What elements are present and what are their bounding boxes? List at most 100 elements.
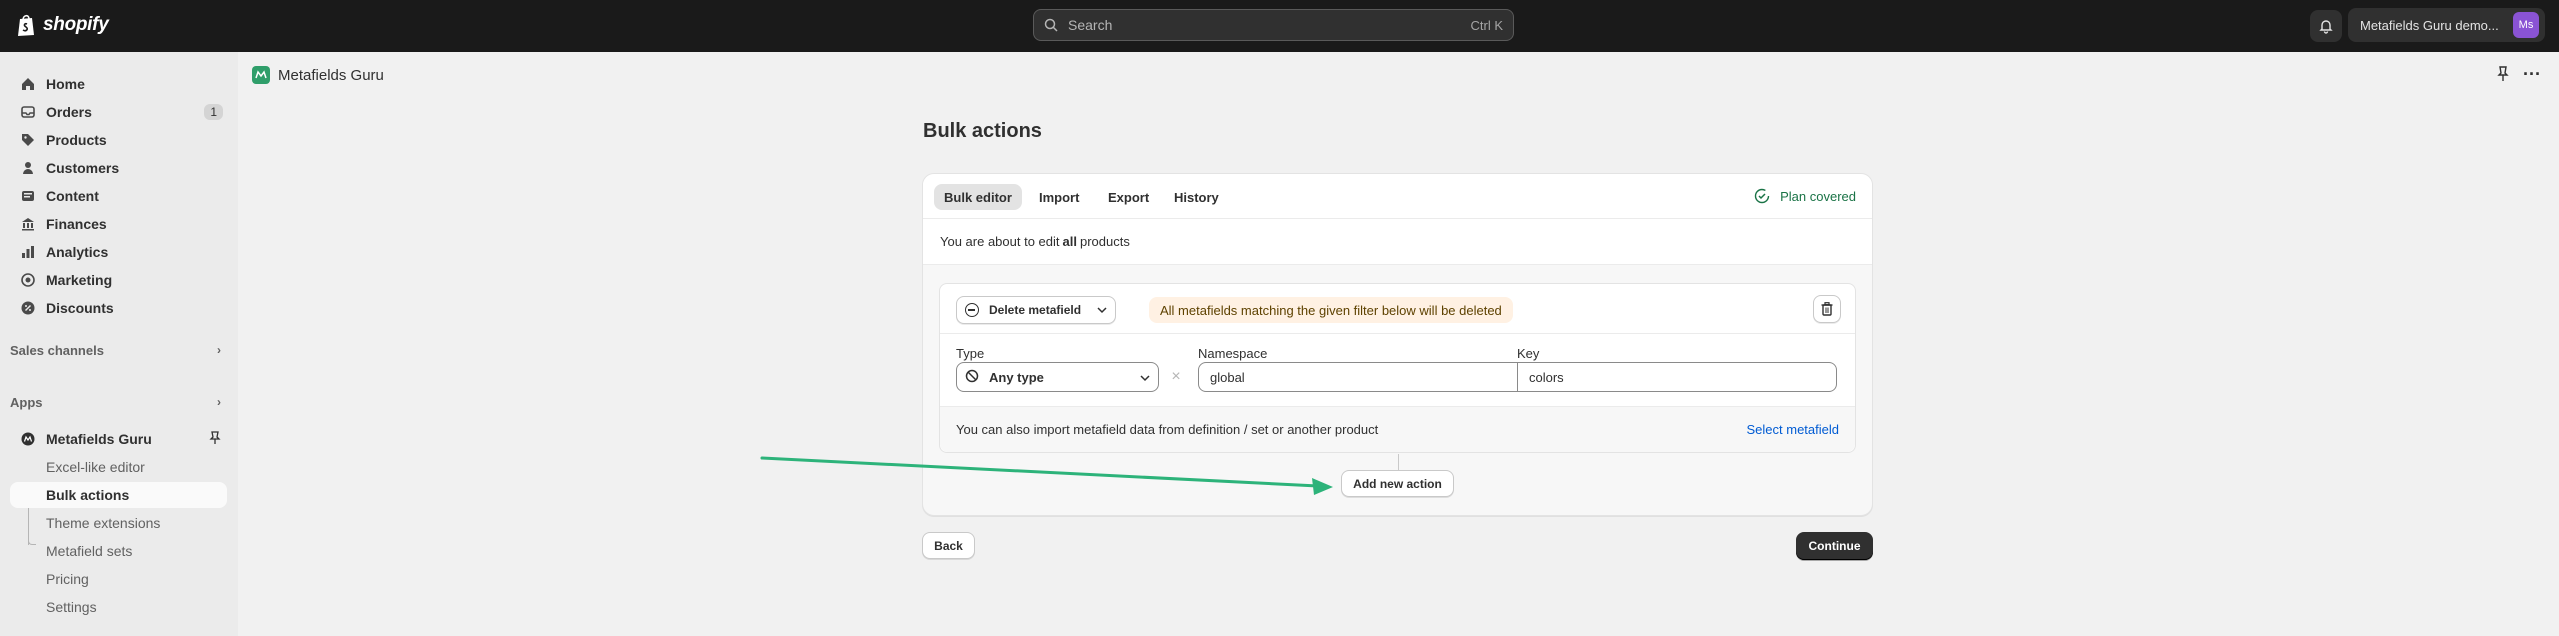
plan-status: Plan covered [1754, 188, 1856, 204]
namespace-value: global [1210, 369, 1245, 385]
sidebar-subitem-excel-editor[interactable]: Excel-like editor [10, 454, 227, 480]
pin-icon[interactable] [2496, 66, 2512, 82]
connector-line [1398, 454, 1399, 471]
store-menu-button[interactable]: Metafields Guru demo... Ms [2348, 8, 2545, 42]
edit-scope-row: You are about to edit all products [923, 219, 1872, 265]
tab-history[interactable]: History [1164, 184, 1229, 210]
chevron-down-icon [1097, 303, 1107, 317]
delete-action-button[interactable] [1813, 295, 1841, 323]
app-title: Metafields Guru [278, 66, 384, 84]
subitem-label: Settings [46, 599, 97, 615]
sidebar-subitem-settings[interactable]: Settings [10, 594, 227, 620]
top-bar: shopify Search Ctrl K Metafields Guru de… [0, 0, 2559, 52]
search-shortcut: Ctrl K [1470, 17, 1504, 33]
sidebar-item-label: Customers [46, 160, 120, 176]
add-new-action-button[interactable]: Add new action [1341, 470, 1454, 497]
action-header: Delete metafield All metafields matching… [940, 284, 1855, 334]
pin-icon[interactable] [209, 430, 221, 448]
subitem-label: Excel-like editor [46, 459, 145, 475]
apps-label: Apps [10, 394, 43, 410]
tab-import[interactable]: Import [1029, 184, 1089, 210]
key-label: Key [1517, 346, 1540, 361]
sidebar: Home Orders 1 Products Customers Content… [0, 52, 238, 636]
notifications-button[interactable] [2310, 10, 2342, 42]
tab-bulk-editor[interactable]: Bulk editor [934, 184, 1022, 210]
logo-text: shopify [43, 14, 109, 35]
sidebar-subitem-bulk-actions[interactable]: Bulk actions [10, 482, 227, 508]
home-icon [20, 76, 36, 92]
edit-prefix: You are about to edit [940, 234, 1060, 249]
subitem-label: Pricing [46, 571, 89, 587]
key-value: colors [1529, 369, 1564, 385]
sidebar-subitem-theme-extensions[interactable]: Theme extensions [10, 510, 227, 536]
store-name: Metafields Guru demo... [2360, 17, 2499, 33]
subitem-label: Theme extensions [46, 515, 161, 531]
metafields-guru-app-icon [252, 66, 270, 84]
ban-icon [965, 369, 979, 386]
avatar: Ms [2513, 12, 2539, 38]
app-header: Metafields Guru [238, 52, 2559, 98]
search-placeholder: Search [1068, 17, 1113, 33]
select-metafield-link[interactable]: Select metafield [1747, 422, 1840, 437]
action-type-select[interactable]: Delete metafield [956, 296, 1116, 324]
sidebar-item-label: Analytics [46, 244, 109, 260]
metafields-guru-app-icon [20, 431, 36, 447]
action-type-label: Delete metafield [989, 303, 1082, 317]
sidebar-item-customers[interactable]: Customers [10, 155, 227, 181]
sidebar-item-home[interactable]: Home [10, 71, 227, 97]
delete-warning-badge: All metafields matching the given filter… [1149, 297, 1513, 323]
continue-button[interactable]: Continue [1796, 532, 1873, 560]
key-field[interactable]: colors [1517, 362, 1837, 392]
back-button[interactable]: Back [922, 532, 975, 559]
sidebar-item-finances[interactable]: Finances [10, 211, 227, 237]
sidebar-item-label: Orders [46, 104, 92, 120]
chevron-right-icon: › [217, 343, 221, 357]
sidebar-subitem-pricing[interactable]: Pricing [10, 566, 227, 592]
clear-type-icon[interactable]: × [1164, 362, 1188, 392]
chevron-right-icon: › [217, 395, 221, 409]
sidebar-item-products[interactable]: Products [10, 127, 227, 153]
more-actions-icon[interactable]: ··· [2522, 64, 2542, 84]
sales-channels-label: Sales channels [10, 342, 104, 358]
sidebar-item-analytics[interactable]: Analytics [10, 239, 227, 265]
tabs-row: Bulk editor Import Export History Plan c… [923, 174, 1872, 219]
shopify-bag-icon [18, 14, 34, 36]
bulk-actions-card: Bulk editor Import Export History Plan c… [922, 173, 1873, 516]
sidebar-item-label: Metafields Guru [46, 431, 152, 447]
discount-icon [20, 300, 36, 316]
type-select[interactable]: Any type [956, 362, 1159, 392]
bank-icon [20, 216, 36, 232]
sidebar-item-marketing[interactable]: Marketing [10, 267, 227, 293]
tab-export[interactable]: Export [1098, 184, 1159, 210]
search-icon [1044, 18, 1058, 32]
action-box: Delete metafield All metafields matching… [939, 283, 1856, 453]
subitem-label: Bulk actions [46, 487, 130, 503]
content-icon [20, 188, 36, 204]
tag-icon [20, 132, 36, 148]
sidebar-item-label: Finances [46, 216, 107, 232]
orders-count-badge: 1 [204, 104, 223, 120]
sidebar-item-content[interactable]: Content [10, 183, 227, 209]
type-label: Type [956, 346, 985, 361]
shopify-logo[interactable]: shopify [17, 13, 109, 37]
inbox-icon [20, 104, 36, 120]
sidebar-subitem-metafield-sets[interactable]: Metafield sets [10, 538, 227, 564]
sidebar-item-label: Home [46, 76, 85, 92]
sidebar-item-metafields-guru[interactable]: Metafields Guru [10, 426, 227, 452]
target-icon [20, 272, 36, 288]
namespace-field[interactable]: global [1198, 362, 1518, 392]
edit-scope-bold: all [1062, 234, 1077, 249]
edit-suffix: products [1079, 234, 1130, 249]
minus-circle-icon [965, 303, 979, 317]
type-value: Any type [989, 369, 1044, 385]
search-input[interactable]: Search Ctrl K [1033, 9, 1514, 41]
sales-channels-section[interactable]: Sales channels › [10, 338, 227, 362]
sidebar-item-orders[interactable]: Orders 1 [10, 99, 227, 125]
person-icon [20, 160, 36, 176]
page-title: Bulk actions [923, 120, 1042, 142]
apps-section[interactable]: Apps › [10, 390, 227, 414]
plan-status-label: Plan covered [1780, 188, 1856, 204]
sidebar-item-label: Products [46, 132, 107, 148]
chevron-down-icon [1140, 370, 1150, 385]
sidebar-item-discounts[interactable]: Discounts [10, 295, 227, 321]
